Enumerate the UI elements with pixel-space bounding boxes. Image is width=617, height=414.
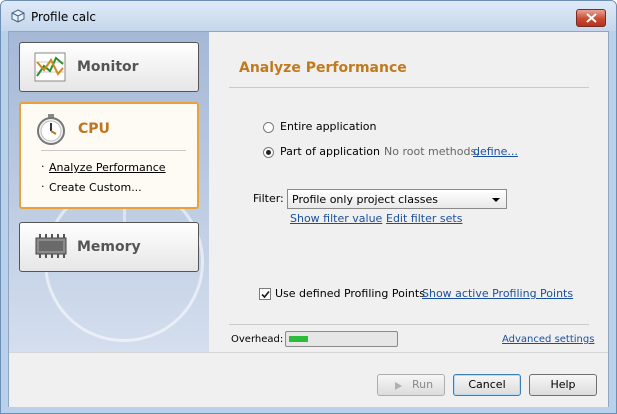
settings-panel: Analyze Performance Entire application P… xyxy=(209,32,608,352)
category-panel: Monitor CPU · Analyze Performance · Create… xyxy=(9,32,209,352)
filter-label: Filter: xyxy=(253,192,284,205)
part-of-application-label[interactable]: Part of application xyxy=(280,145,380,158)
cancel-button[interactable]: Cancel xyxy=(453,374,521,396)
category-label: Memory xyxy=(77,239,141,255)
cpu-item-label: Analyze Performance xyxy=(49,161,166,174)
category-label: Monitor xyxy=(77,59,139,75)
overhead-label: Overhead: xyxy=(231,334,284,345)
root-methods-status: No root methods, xyxy=(384,145,480,158)
bullet-icon: · xyxy=(41,160,45,173)
filter-select[interactable]: Profile only project classes xyxy=(287,189,507,209)
show-filter-value-link[interactable]: Show filter value xyxy=(290,212,382,225)
memory-chip-icon xyxy=(35,234,67,258)
profile-dialog: Profile calc Monitor CPU · Analyze Perfo… xyxy=(0,0,617,414)
category-monitor[interactable]: Monitor xyxy=(19,42,199,92)
define-root-methods-link[interactable]: define... xyxy=(473,145,518,158)
title-bar: Profile calc xyxy=(1,1,616,31)
category-memory[interactable]: Memory xyxy=(19,222,199,272)
window-title: Profile calc xyxy=(31,10,97,24)
filter-selected-value: Profile only project classes xyxy=(292,193,438,206)
bullet-icon: · xyxy=(41,180,45,193)
dialog-content: Monitor CPU · Analyze Performance · Create… xyxy=(8,31,609,407)
button-bar: Run Cancel Help xyxy=(9,352,608,407)
show-active-profiling-points-link[interactable]: Show active Profiling Points xyxy=(422,287,573,300)
cube-icon xyxy=(11,9,25,23)
close-icon xyxy=(586,13,597,23)
advanced-settings-link[interactable]: Advanced settings xyxy=(502,334,594,345)
edit-filter-sets-link[interactable]: Edit filter sets xyxy=(386,212,462,225)
cpu-item-analyze-performance[interactable]: · Analyze Performance xyxy=(41,160,166,174)
part-of-application-radio[interactable] xyxy=(263,147,274,158)
chevron-down-icon xyxy=(492,198,500,202)
overhead-meter xyxy=(285,331,398,347)
run-button[interactable]: Run xyxy=(377,374,445,396)
entire-application-radio[interactable] xyxy=(263,122,274,133)
monitor-chart-icon xyxy=(34,52,66,82)
entire-application-label[interactable]: Entire application xyxy=(280,120,377,133)
overhead-meter-fill xyxy=(289,336,308,342)
page-title: Analyze Performance xyxy=(239,60,407,76)
category-label: CPU xyxy=(78,121,110,137)
divider xyxy=(229,87,589,88)
play-icon xyxy=(395,382,402,390)
divider xyxy=(229,324,589,325)
cpu-item-label: Create Custom... xyxy=(49,181,142,194)
checkmark-icon xyxy=(261,290,270,299)
run-button-label: Run xyxy=(412,378,434,391)
divider xyxy=(41,150,186,151)
cpu-item-create-custom[interactable]: · Create Custom... xyxy=(41,180,142,194)
close-button[interactable] xyxy=(576,9,606,27)
profiling-points-checkbox[interactable] xyxy=(259,288,271,300)
category-cpu[interactable]: CPU · Analyze Performance · Create Custom.… xyxy=(19,102,199,209)
profiling-points-label[interactable]: Use defined Profiling Points xyxy=(275,287,425,300)
stopwatch-icon xyxy=(37,114,65,145)
help-button[interactable]: Help xyxy=(529,374,597,396)
